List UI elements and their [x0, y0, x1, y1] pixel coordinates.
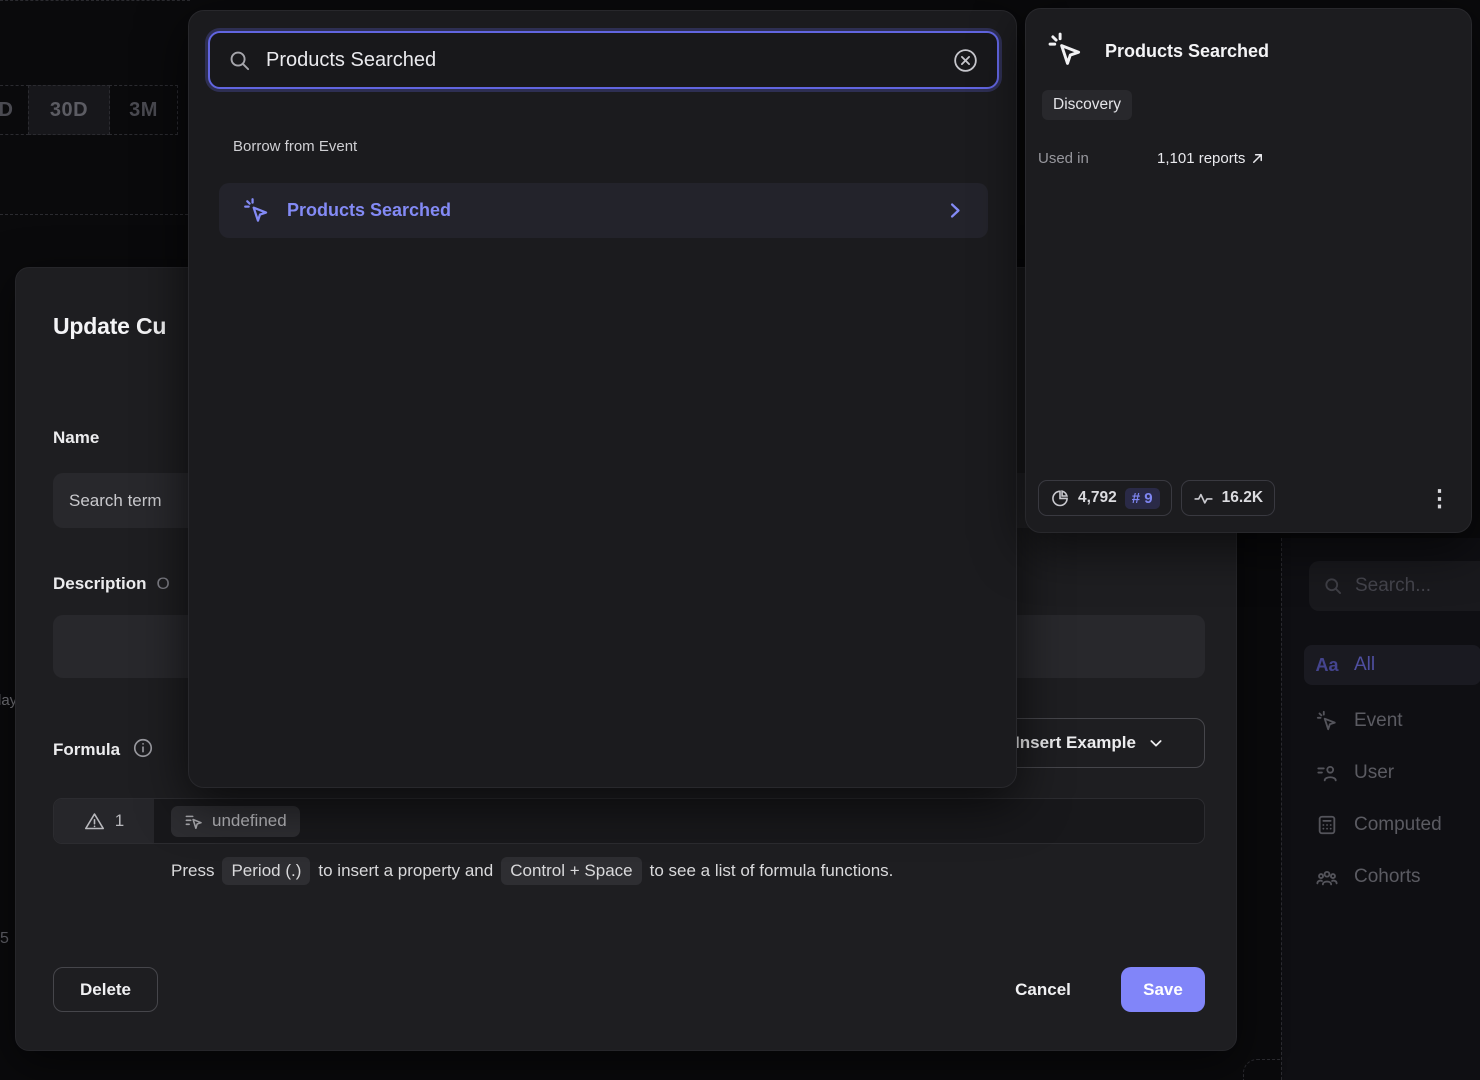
time-range-30d[interactable]: 30D	[28, 85, 110, 135]
sidebar-search-input[interactable]	[1309, 561, 1480, 611]
clear-search-icon[interactable]	[952, 47, 979, 74]
formula-label-text: Formula	[53, 740, 120, 759]
optional-label-fragment: O	[157, 574, 170, 593]
event-count-chip: 4,792 # 9	[1038, 480, 1172, 516]
chevron-down-icon	[1148, 735, 1164, 751]
property-search-dropdown: Borrow from Event Products Searched	[188, 10, 1017, 788]
time-range-3m[interactable]: 3M	[109, 85, 178, 135]
search-result-label: Products Searched	[287, 200, 451, 221]
activity-pulse-icon	[1193, 488, 1214, 509]
modal-title: Update Cu	[53, 313, 166, 340]
sidebar-item-event[interactable]: Event	[1304, 701, 1480, 741]
chart-axis-label-fragment: 5	[0, 930, 9, 948]
event-cursor-icon	[243, 197, 270, 224]
event-detail-panel: Products Searched Discovery Used in 1,10…	[1025, 8, 1472, 533]
borrow-from-event-header: Borrow from Event	[233, 138, 357, 155]
event-volume-chip: 16.2K	[1181, 480, 1275, 516]
chevron-right-icon	[945, 201, 964, 220]
kbd-control-space: Control + Space	[501, 857, 641, 885]
event-cursor-icon	[1047, 31, 1084, 68]
warning-icon	[84, 811, 105, 832]
sidebar-item-label: Event	[1354, 710, 1403, 732]
formula-input[interactable]: undefined	[154, 799, 1204, 843]
formula-token-label: undefined	[212, 811, 287, 831]
kbd-period: Period (.)	[222, 857, 310, 885]
search-result-products-searched[interactable]: Products Searched	[219, 183, 988, 238]
cohorts-icon	[1315, 866, 1339, 888]
background-panel-border	[0, 0, 190, 1]
insert-example-label: Insert Example	[1015, 733, 1136, 753]
name-label: Name	[53, 428, 99, 448]
pie-chart-icon	[1050, 488, 1070, 508]
background-panel-border	[0, 214, 188, 215]
external-link-icon	[1250, 151, 1265, 166]
formula-token-undefined[interactable]: undefined	[171, 806, 300, 837]
cancel-button[interactable]: Cancel	[988, 967, 1098, 1012]
info-icon[interactable]	[132, 737, 154, 759]
search-icon	[1323, 576, 1343, 596]
event-volume: 16.2K	[1222, 489, 1263, 507]
event-count: 4,792	[1078, 489, 1117, 507]
sidebar-item-cohorts[interactable]: Cohorts	[1304, 857, 1480, 897]
used-in-value: 1,101 reports	[1157, 150, 1245, 167]
formula-error-gutter: 1	[54, 799, 154, 843]
time-range-partial[interactable]: D	[0, 85, 29, 135]
help-fragment: to insert a property and	[318, 861, 493, 881]
more-options-icon[interactable]: ⋮	[1422, 487, 1457, 510]
sidebar-item-user[interactable]: User	[1304, 753, 1480, 793]
help-fragment: to see a list of formula functions.	[650, 861, 894, 881]
sidebar-search-field[interactable]	[1355, 575, 1480, 597]
event-stats-row: 4,792 # 9 16.2K ⋮	[1038, 480, 1457, 516]
sidebar-item-label: User	[1354, 762, 1394, 784]
description-label: Description O	[53, 574, 170, 594]
event-rank-badge: # 9	[1125, 488, 1160, 509]
sidebar-item-computed[interactable]: Computed	[1304, 805, 1480, 845]
search-icon	[228, 49, 251, 72]
user-icon	[1315, 762, 1339, 784]
used-in-label: Used in	[1038, 150, 1089, 167]
formula-help-text: Press Period (.) to insert a property an…	[171, 857, 893, 885]
property-type-sidebar: Aa All Event User Computed Cohorts	[1281, 538, 1480, 1080]
sidebar-item-label: Cohorts	[1354, 866, 1421, 888]
formula-label: Formula	[53, 737, 154, 760]
save-button[interactable]: Save	[1121, 967, 1205, 1012]
calculator-icon	[1315, 814, 1339, 836]
time-range-selector: D 30D 3M	[0, 85, 178, 135]
description-label-text: Description	[53, 574, 147, 593]
delete-button[interactable]: Delete	[53, 967, 158, 1012]
error-count: 1	[115, 811, 124, 831]
used-in-reports-link[interactable]: 1,101 reports	[1157, 150, 1265, 167]
help-fragment: Press	[171, 861, 214, 881]
event-cursor-icon	[1315, 710, 1339, 732]
event-property-icon	[184, 812, 203, 831]
property-search-box[interactable]	[208, 31, 999, 89]
formula-editor: 1 undefined	[53, 798, 1205, 844]
sidebar-item-label: All	[1354, 654, 1375, 676]
aa-icon: Aa	[1315, 655, 1339, 676]
event-title: Products Searched	[1105, 41, 1269, 62]
sidebar-item-label: Computed	[1354, 814, 1442, 836]
sidebar-item-all[interactable]: Aa All	[1304, 645, 1480, 685]
property-search-input[interactable]	[266, 49, 937, 72]
category-badge: Discovery	[1042, 90, 1132, 120]
